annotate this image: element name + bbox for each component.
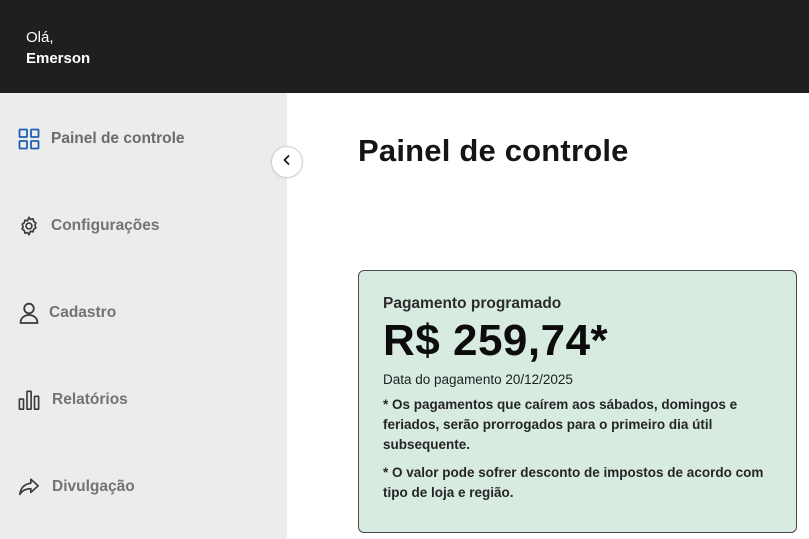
sidebar-item-label: Configurações — [51, 217, 160, 234]
sidebar-item-label: Cadastro — [49, 304, 117, 321]
sidebar-item-cadastro[interactable]: Cadastro — [18, 299, 116, 327]
grid-icon — [18, 128, 40, 150]
user-icon — [18, 302, 40, 324]
payment-date: Data do pagamento 20/12/2025 — [383, 372, 573, 387]
sidebar-item-divulgacao[interactable]: Divulgação — [18, 473, 135, 501]
chevron-left-icon — [281, 153, 293, 171]
scheduled-payment-card: Pagamento programado R$ 259,74* Data do … — [358, 270, 797, 533]
user-name: Emerson — [26, 50, 91, 67]
sidebar-item-painel-de-controle[interactable]: Painel de controle — [18, 125, 185, 153]
sidebar-collapse-button[interactable] — [271, 146, 303, 178]
payment-note-taxes: * O valor pode sofrer desconto de impost… — [383, 465, 764, 500]
greeting: Olá, Emerson — [26, 27, 90, 69]
sidebar: Painel de controle Configurações Cadastr… — [0, 93, 287, 539]
card-title: Pagamento programado — [383, 295, 562, 312]
page-title: Painel de controle — [358, 133, 629, 168]
sidebar-item-label: Divulgação — [52, 478, 135, 495]
share-icon — [18, 476, 40, 498]
top-bar: Olá, Emerson — [0, 0, 809, 93]
gear-icon — [18, 215, 40, 237]
bar-chart-icon — [18, 389, 40, 411]
sidebar-item-label: Painel de controle — [51, 130, 185, 147]
sidebar-item-configuracoes[interactable]: Configurações — [18, 212, 160, 240]
greeting-text: Olá, — [26, 29, 54, 46]
sidebar-item-label: Relatórios — [52, 391, 128, 408]
payment-note-weekends: * Os pagamentos que caírem aos sábados, … — [383, 397, 738, 452]
payment-amount: R$ 259,74* — [383, 316, 609, 365]
sidebar-item-relatorios[interactable]: Relatórios — [18, 386, 128, 414]
